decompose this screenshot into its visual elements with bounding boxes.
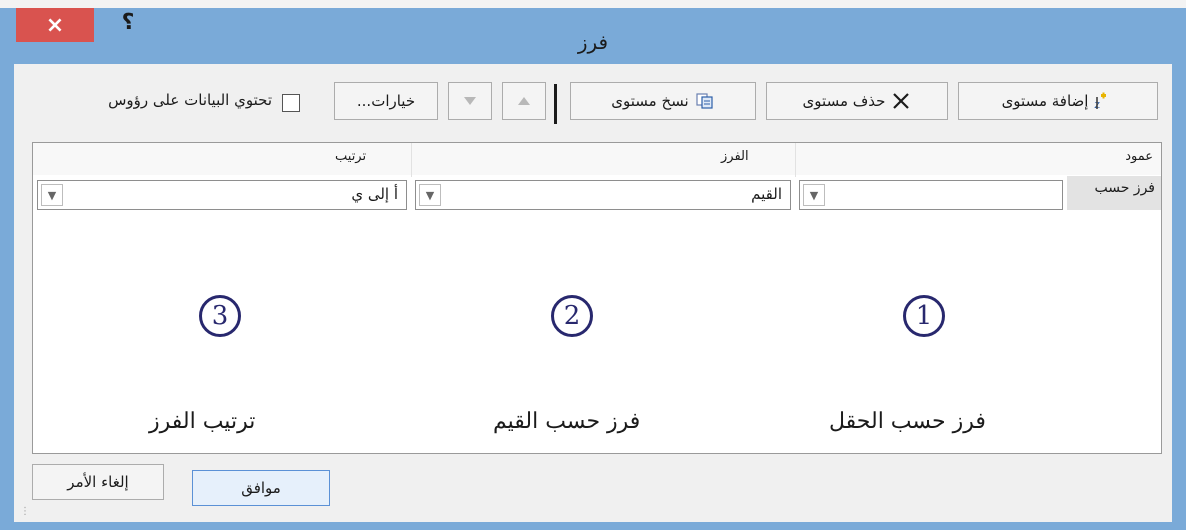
annotation-caption-3: ترتيب الفرز (149, 409, 256, 434)
header-checkbox-label: تحتوي البيانات على رؤوس (108, 91, 272, 109)
order-select[interactable]: ▼ أ إلى ي (37, 180, 407, 210)
annotation-badge-2: 2 (551, 295, 593, 337)
cancel-button[interactable]: إلغاء الأمر (32, 464, 164, 500)
options-button[interactable]: خيارات... (334, 82, 438, 120)
toolbar-separator (554, 84, 557, 124)
title-bar: × ؟ فرز (0, 8, 1186, 62)
chevron-down-icon[interactable]: ▼ (41, 184, 63, 206)
add-sort-level-icon: AZ (1094, 91, 1114, 111)
copy-level-button[interactable]: نسخ مستوى (570, 82, 756, 120)
ok-button[interactable]: موافق (192, 470, 330, 506)
delete-level-button[interactable]: حذف مستوى (766, 82, 948, 120)
sort-on-select-value: القيم (751, 185, 782, 203)
copy-level-label: نسخ مستوى (611, 92, 689, 110)
dialog-title: فرز (577, 30, 609, 54)
column-divider (795, 143, 796, 177)
annotation-caption-2: فرز حسب القيم (493, 409, 641, 434)
copy-icon (695, 92, 715, 110)
column-header-column: عمود (1125, 149, 1153, 164)
toolbar: AZ إضافة مستوى حذف مستوى (14, 82, 1172, 126)
resize-grip-icon[interactable]: ⋮ (20, 506, 32, 518)
delete-x-icon (891, 91, 911, 111)
sort-levels-grid: عمود الفرز ترتيب فرز حسب ▼ ▼ القيم ▼ أ إ… (32, 142, 1162, 454)
move-down-button[interactable] (448, 82, 492, 120)
chevron-down-icon[interactable]: ▼ (419, 184, 441, 206)
triangle-up-icon (517, 96, 531, 106)
annotation-caption-1: فرز حسب الحقل (829, 409, 986, 434)
options-label: خيارات... (356, 92, 416, 110)
move-up-button[interactable] (502, 82, 546, 120)
add-level-label: إضافة مستوى (1001, 92, 1089, 110)
add-level-button[interactable]: AZ إضافة مستوى (958, 82, 1158, 120)
column-header-sort-on: الفرز (721, 149, 749, 164)
annotation-badge-3: 3 (199, 295, 241, 337)
column-header-order: ترتيب (335, 149, 367, 164)
annotation-badge-1: 1 (903, 295, 945, 337)
triangle-down-icon (463, 96, 477, 106)
grid-header (33, 143, 1161, 175)
sort-on-select[interactable]: ▼ القيم (415, 180, 791, 210)
column-select[interactable]: ▼ (799, 180, 1063, 210)
chevron-down-icon[interactable]: ▼ (803, 184, 825, 206)
column-divider (411, 143, 412, 177)
delete-level-label: حذف مستوى (802, 92, 886, 110)
order-select-value: أ إلى ي (351, 185, 398, 203)
header-checkbox[interactable] (282, 94, 300, 112)
sort-by-label: فرز حسب (1067, 176, 1161, 210)
dialog-body: AZ إضافة مستوى حذف مستوى (14, 64, 1172, 522)
sort-dialog: × ؟ فرز AZ إضافة مستوى (0, 8, 1186, 530)
